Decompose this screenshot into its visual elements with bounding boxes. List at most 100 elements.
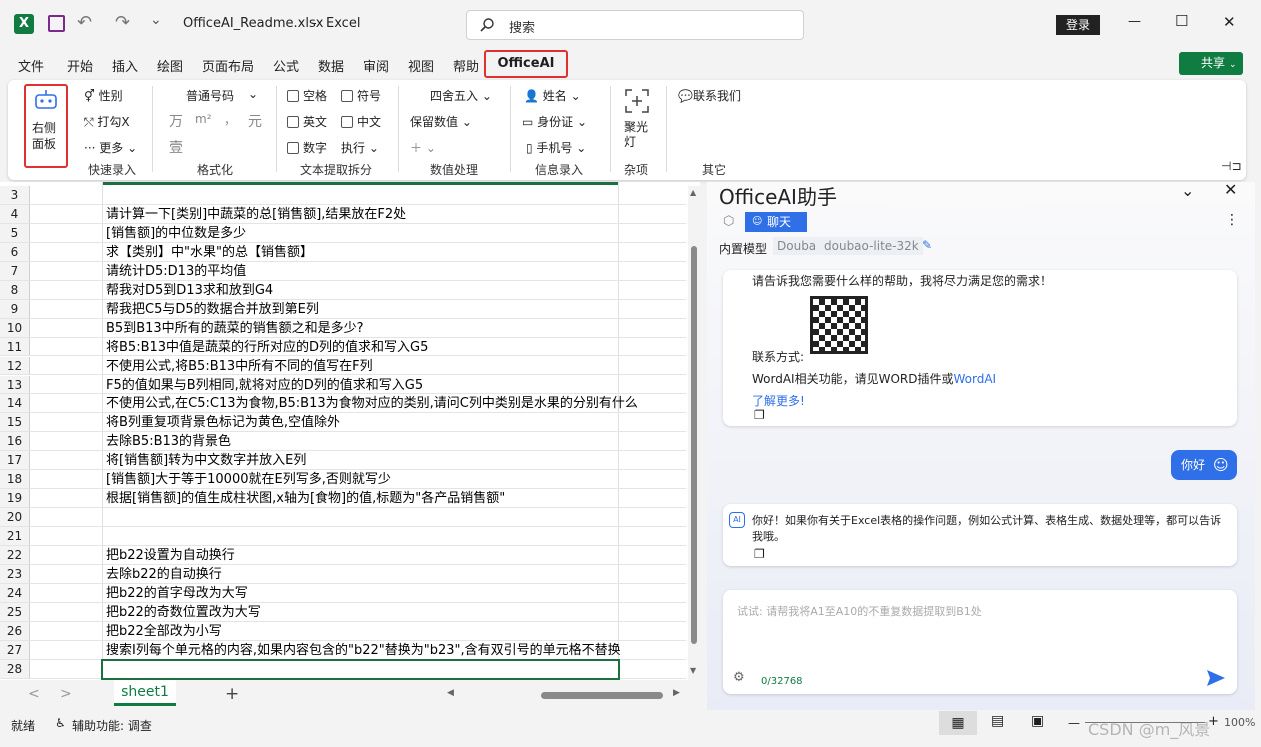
selected-cell[interactable] (101, 659, 620, 680)
cell-text[interactable]: 求【类别】中"水果"的总【销售额】 (106, 243, 313, 262)
symbol-checkbox[interactable]: 符号 (341, 87, 381, 104)
table-row[interactable]: 9 帮我把C5与D5的数据合并放到第E列 (0, 299, 686, 319)
row-header[interactable]: 15 (0, 413, 30, 432)
tab-officeai[interactable]: OfficeAI (484, 50, 568, 78)
cell-text[interactable]: 把b22设置为自动换行 (106, 546, 235, 565)
cell-text[interactable]: 把b22的首字母改为大写 (106, 584, 248, 603)
copy-icon[interactable]: ❐ (754, 547, 765, 561)
row-header[interactable]: 21 (0, 527, 30, 545)
row-header[interactable]: 14 (0, 394, 30, 413)
table-row[interactable]: 19 根据[销售额]的值生成柱状图,x轴为[食物]的值,标题为"各产品销售额" (0, 489, 686, 509)
cell-text[interactable]: 不使用公式,在C5:C13为食物,B5:B13为食物对应的类别,请问C列中类别是… (106, 394, 638, 413)
table-row[interactable]: 20 (0, 508, 686, 528)
tab-help[interactable]: 帮助 (453, 56, 479, 75)
row-header[interactable]: 13 (0, 375, 30, 394)
row-header[interactable]: 27 (0, 640, 30, 659)
cell-text[interactable]: [销售额]的中位数是多少 (106, 224, 246, 243)
close-button[interactable]: ✕ (1223, 13, 1236, 31)
chinese-checkbox[interactable]: 中文 (341, 113, 381, 130)
tab-data[interactable]: 数据 (318, 56, 344, 75)
cell-text[interactable]: 去除B5:B13的背景色 (106, 432, 231, 451)
row-header[interactable]: 22 (0, 546, 30, 564)
row-header[interactable]: 12 (0, 356, 30, 375)
redo-icon[interactable]: ↷ (115, 12, 130, 33)
copy-icon[interactable]: ❐ (754, 408, 765, 422)
table-row[interactable]: 8 帮我对D5到D13求和放到G4 (0, 280, 686, 300)
table-row[interactable]: 7 请统计D5:D13的平均值 (0, 261, 686, 281)
row-header[interactable]: 4 (0, 204, 30, 223)
table-row[interactable]: 3 (0, 186, 686, 205)
panel-menu-icon[interactable]: ⋮ (1225, 212, 1239, 228)
horizontal-scroll-thumb[interactable] (541, 692, 663, 699)
cell-text[interactable]: 请计算一下[类别]中蔬菜的总[销售额],结果放在F2处 (106, 205, 406, 224)
gender-button[interactable]: ⚥ 性别 (84, 87, 123, 104)
table-row[interactable]: 27 搜索I列每个单元格的内容,如果内容包含的"b22"替换为"b23",含有双引… (0, 640, 686, 660)
table-row[interactable]: 22 把b22设置为自动换行 (0, 546, 686, 565)
tick-button[interactable]: ⤲ 打勾X (84, 113, 130, 130)
close-panel-icon[interactable]: ✕ (1224, 180, 1237, 199)
table-row[interactable]: 18 [销售额]大于等于10000就在E列写多,否则就写少 (0, 470, 686, 490)
row-header[interactable]: 17 (0, 451, 30, 470)
scroll-up-icon[interactable]: ▲ (690, 188, 696, 197)
vertical-scrollbar[interactable]: ▲ ▼ (688, 186, 700, 680)
save-icon[interactable] (48, 15, 65, 32)
number-style-dropdown[interactable]: 普通号码 ⌄ (186, 87, 258, 104)
table-row[interactable]: 10 B5到B13中所有的蔬菜的销售额之和是多少? (0, 318, 686, 338)
cell-text[interactable]: 将B5:B13中值是蔬菜的行所对应的D列的值求和写入G5 (106, 338, 428, 357)
undo-icon[interactable]: ↶ (77, 12, 92, 33)
execute-button[interactable]: 执行 ⌄ (341, 139, 379, 156)
cell-text[interactable]: 请统计D5:D13的平均值 (106, 262, 246, 281)
tab-formulas[interactable]: 公式 (273, 56, 299, 75)
row-header[interactable]: 19 (0, 489, 30, 508)
wan-button[interactable]: 万 (169, 111, 183, 131)
row-header[interactable]: 25 (0, 602, 30, 621)
row-header[interactable]: 5 (0, 223, 30, 242)
cell-text[interactable]: B5到B13中所有的蔬菜的销售额之和是多少? (106, 319, 364, 338)
send-icon[interactable] (1206, 669, 1226, 687)
row-header[interactable]: 24 (0, 583, 30, 602)
round-dropdown[interactable]: 四舍五入 ⌄ (430, 87, 492, 104)
tab-draw[interactable]: 绘图 (157, 56, 183, 75)
cell-text[interactable]: [销售额]大于等于10000就在E列写多,否则就写少 (106, 470, 391, 489)
add-sheet-button[interactable]: + (225, 684, 239, 704)
minimize-button[interactable]: — (1128, 14, 1141, 29)
tab-review[interactable]: 审阅 (363, 56, 389, 75)
sheet-next-icon[interactable]: > (60, 686, 72, 702)
digit-checkbox[interactable]: 数字 (287, 139, 327, 156)
cell-text[interactable]: F5的值如果与B列相同,就将对应的D列的值求和写入G5 (106, 376, 423, 395)
table-row[interactable]: 25 把b22的奇数位置改为大写 (0, 602, 686, 622)
cell-text[interactable]: 将B列重复项背景色标记为黄色,空值除外 (106, 413, 340, 432)
wordai-link[interactable]: WordAI (953, 372, 996, 386)
contact-us-button[interactable]: 💬联系我们 (678, 87, 741, 104)
table-row[interactable]: 26 把b22全部改为小写 (0, 621, 686, 641)
maximize-button[interactable]: ☐ (1175, 12, 1188, 30)
model-name[interactable]: doubao-lite-32k (820, 237, 923, 255)
row-header[interactable]: 20 (0, 508, 30, 527)
edit-model-icon[interactable]: ✎ (922, 238, 932, 252)
scroll-thumb[interactable] (691, 246, 697, 644)
m2-button[interactable]: m² (195, 112, 212, 126)
row-header[interactable]: 26 (0, 621, 30, 640)
login-button[interactable]: 登录 (1056, 15, 1100, 35)
table-row[interactable]: 24 把b22的首字母改为大写 (0, 583, 686, 603)
customize-toolbar-icon[interactable]: ⌄ (150, 12, 162, 28)
chat-tab[interactable]: ☺ 聊天 (745, 212, 807, 232)
row-header[interactable]: 3 (0, 186, 30, 204)
more-button[interactable]: ··· 更多 ⌄ (84, 139, 137, 156)
collapse-panel-icon[interactable]: ⌄ (1181, 181, 1194, 200)
search-box[interactable]: 搜索 (466, 10, 804, 40)
tab-home[interactable]: 开始 (67, 56, 93, 75)
name-dropdown[interactable]: 👤 姓名 ⌄ (524, 87, 581, 104)
english-checkbox[interactable]: 英文 (287, 113, 327, 130)
share-button[interactable]: 共享 ⌄ (1179, 52, 1243, 75)
accessibility-status[interactable]: 辅助功能: 调查 (72, 717, 152, 734)
zoom-level[interactable]: 100% (1224, 716, 1255, 729)
table-row[interactable]: 16 去除B5:B13的背景色 (0, 432, 686, 452)
tab-view[interactable]: 视图 (408, 56, 434, 75)
comma-button[interactable]: ， (224, 111, 236, 128)
row-header[interactable]: 10 (0, 318, 30, 337)
page-break-view-icon[interactable]: ▣ (1031, 713, 1044, 729)
cell-text[interactable]: 将[销售额]转为中文数字并放入E列 (106, 451, 306, 470)
table-row[interactable]: 12 不使用公式,将B5:B13中所有不同的值写在F列 (0, 356, 686, 376)
normal-view-icon[interactable]: ▦ (939, 711, 977, 735)
